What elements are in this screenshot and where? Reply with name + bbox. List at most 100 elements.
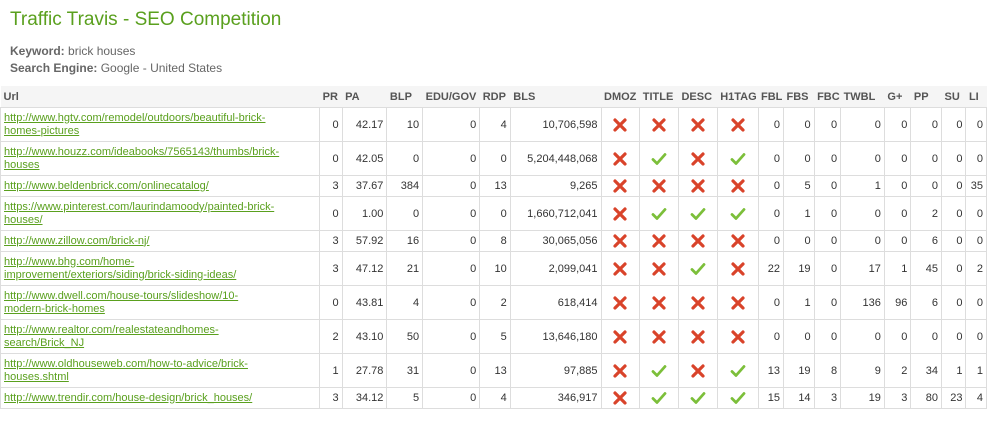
check-icon [651,207,667,220]
url-cell: https://www.pinterest.com/laurindamoody/… [0,196,321,231]
url-link[interactable]: http://www.trendir.com/house-design/bric… [4,392,316,405]
rdp-cell: 8 [479,230,511,252]
seo-competition-table: Url PR PA BLP EDU/GOV RDP BLS DMOZ TITLE DESC H1TA… [0,86,987,409]
twbl-cell: 19 [840,387,885,409]
column-header-pr[interactable]: PR [319,86,343,108]
url-link[interactable]: http://www.realtor.com/realestateandhome… [4,324,316,350]
blp-cell: 4 [386,285,424,320]
column-header-url[interactable]: Url [0,86,320,108]
search-engine-line: Search Engine: Google - United States [10,61,222,75]
url-link-line: http://www.realtor.com/realestateandhome… [4,323,219,336]
url-link[interactable]: http://www.hgtv.com/remodel/outdoors/bea… [4,112,316,138]
column-header-g[interactable]: G+ [884,86,911,108]
pr-cell: 1 [319,353,343,388]
fbl-cell: 0 [757,107,784,142]
keyword-line: Keyword: brick houses [10,44,135,58]
dmoz-cell [600,175,641,197]
column-header-pa[interactable]: PA [342,86,387,108]
title-cell [639,230,679,252]
cross-icon [690,329,706,344]
edu-gov-cell: 0 [422,319,481,354]
table-row: http://www.houzz.com/ideabooks/7565143/t… [0,141,987,176]
url-link-line: http://www.beldenbrick.com/onlinecatalog… [4,179,209,192]
url-link[interactable]: http://www.houzz.com/ideabooks/7565143/t… [4,146,316,172]
cross-icon [612,295,628,310]
blp-cell: 21 [386,251,424,286]
li-cell: 0 [965,141,987,176]
pp-cell: 6 [910,285,942,320]
column-header-fbs[interactable]: FBS [783,86,815,108]
su-cell: 0 [940,251,967,286]
desc-cell [677,387,718,409]
twbl-cell: 0 [840,141,885,176]
pa-cell: 42.17 [341,107,388,142]
gplus-cell: 2 [883,353,912,388]
gplus-cell: 0 [883,196,912,231]
column-header-edu-gov[interactable]: EDU/GOV [422,86,480,108]
pp-cell: 0 [910,107,942,142]
fbl-cell: 0 [757,230,784,252]
rdp-cell: 10 [479,251,511,286]
url-link[interactable]: https://www.pinterest.com/laurindamoody/… [4,201,316,227]
bls-cell: 2,099,041 [509,251,602,286]
gplus-cell: 0 [883,319,912,354]
li-cell: 2 [965,251,987,286]
blp-cell: 50 [386,319,424,354]
column-header-twbl[interactable]: TWBL [840,86,885,108]
fbl-cell: 0 [757,196,784,231]
edu-gov-cell: 0 [422,107,481,142]
title-cell [639,251,679,286]
cross-icon [612,391,628,405]
url-link[interactable]: http://www.zillow.com/brick-nj/ [4,235,316,248]
table-row: http://www.dwell.com/house-tours/slidesh… [0,285,987,320]
column-header-pp[interactable]: PP [910,86,942,108]
url-link-line: http://www.bhg.com/home- [4,255,135,268]
rdp-cell: 4 [479,107,511,142]
column-header-li[interactable]: LI [965,86,987,108]
h1tag-cell [716,387,759,409]
fbc-cell: 0 [813,196,842,231]
url-link[interactable]: http://www.dwell.com/house-tours/slidesh… [4,290,316,316]
h1tag-cell [716,251,759,286]
url-link[interactable]: http://www.oldhouseweb.com/how-to-advice… [4,358,316,384]
column-header-fbc[interactable]: FBC [814,86,841,108]
title-cell [639,387,679,409]
cross-icon [612,234,628,248]
cross-icon [730,329,746,344]
h1tag-cell [716,196,759,231]
twbl-cell: 0 [840,230,885,252]
rdp-cell: 13 [479,353,511,388]
column-header-fbl[interactable]: FBL [758,86,784,108]
keyword-label: Keyword: [10,44,65,58]
fbc-cell: 0 [813,175,842,197]
column-header-blp[interactable]: BLP [386,86,423,108]
column-header-bls[interactable]: BLS [510,86,602,108]
column-header-desc[interactable]: DESC [678,86,718,108]
title-cell [639,175,679,197]
cross-icon [690,179,706,193]
column-header-title[interactable]: TITLE [639,86,679,108]
column-header-rdp[interactable]: RDP [479,86,511,108]
fbs-cell: 19 [782,353,815,388]
gplus-cell: 0 [883,141,912,176]
column-header-dmoz[interactable]: DMOZ [601,86,640,108]
search-engine-label: Search Engine: [10,61,98,75]
li-cell: 4 [965,387,987,409]
fbc-cell: 8 [813,353,842,388]
gplus-cell: 1 [883,251,912,286]
dmoz-cell [600,387,641,409]
pa-cell: 42.05 [341,141,388,176]
column-header-su[interactable]: SU [941,86,966,108]
twbl-cell: 17 [840,251,885,286]
url-link[interactable]: http://www.bhg.com/home-improvement/exte… [4,256,316,282]
fbc-cell: 3 [813,387,842,409]
pp-cell: 6 [910,230,942,252]
bls-cell: 10,706,598 [509,107,602,142]
li-cell: 0 [965,230,987,252]
title-cell [639,285,679,320]
cross-icon [651,117,667,132]
column-header-h1tag[interactable]: H1TAG [717,86,758,108]
url-link[interactable]: http://www.beldenbrick.com/onlinecatalog… [4,180,316,193]
pa-cell: 34.12 [341,387,388,409]
desc-cell [677,107,718,142]
